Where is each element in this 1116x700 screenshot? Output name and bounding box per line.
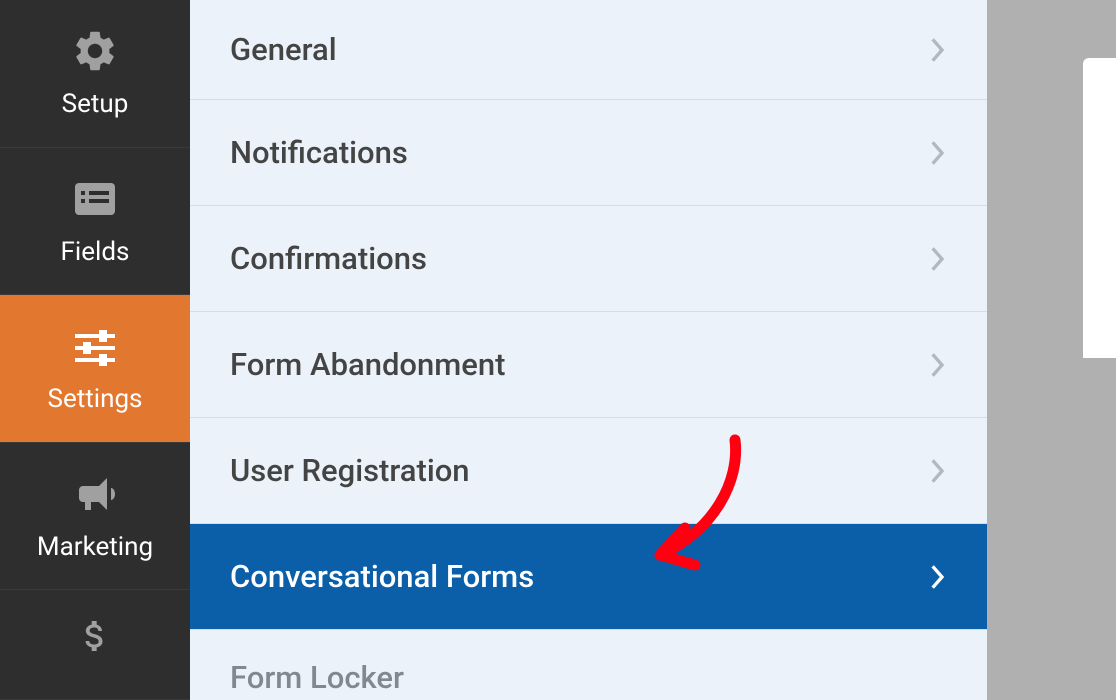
sidebar-item-setup[interactable]: Setup <box>0 0 190 148</box>
chevron-right-icon <box>929 457 947 485</box>
chevron-right-icon <box>929 351 947 379</box>
sidebar-item-marketing[interactable]: Marketing <box>0 443 190 591</box>
dollar-icon <box>71 612 119 660</box>
list-icon <box>71 175 119 223</box>
right-preview-area <box>987 0 1116 700</box>
sidebar-label-fields: Fields <box>61 237 130 267</box>
settings-label-confirmations: Confirmations <box>230 240 427 277</box>
chevron-right-icon <box>929 245 947 273</box>
settings-label-user-registration: User Registration <box>230 452 470 489</box>
sidebar-label-settings: Settings <box>48 384 143 414</box>
settings-label-form-abandonment: Form Abandonment <box>230 346 505 383</box>
settings-item-form-locker[interactable]: Form Locker <box>190 630 987 700</box>
settings-panel: General Notifications Confirmations Form… <box>190 0 987 700</box>
sidebar-label-setup: Setup <box>62 89 129 119</box>
settings-item-notifications[interactable]: Notifications <box>190 100 987 206</box>
settings-label-conversational-forms: Conversational Forms <box>230 558 534 595</box>
settings-label-notifications: Notifications <box>230 134 408 171</box>
sliders-icon <box>71 322 119 370</box>
chevron-right-icon <box>929 563 947 591</box>
settings-item-form-abandonment[interactable]: Form Abandonment <box>190 312 987 418</box>
settings-item-conversational-forms[interactable]: Conversational Forms <box>190 524 987 630</box>
sidebar-label-marketing: Marketing <box>37 532 153 562</box>
sidebar: Setup Fields Settings Marketing <box>0 0 190 700</box>
preview-panel <box>1083 58 1116 358</box>
chevron-right-icon <box>929 36 947 64</box>
gear-icon <box>71 27 119 75</box>
settings-item-confirmations[interactable]: Confirmations <box>190 206 987 312</box>
sidebar-item-fields[interactable]: Fields <box>0 148 190 296</box>
settings-label-general: General <box>230 31 337 68</box>
settings-item-general[interactable]: General <box>190 0 987 100</box>
sidebar-item-payments[interactable] <box>0 590 190 700</box>
bullhorn-icon <box>71 470 119 518</box>
sidebar-item-settings[interactable]: Settings <box>0 295 190 443</box>
chevron-right-icon <box>929 139 947 167</box>
settings-label-form-locker: Form Locker <box>230 659 404 696</box>
settings-item-user-registration[interactable]: User Registration <box>190 418 987 524</box>
